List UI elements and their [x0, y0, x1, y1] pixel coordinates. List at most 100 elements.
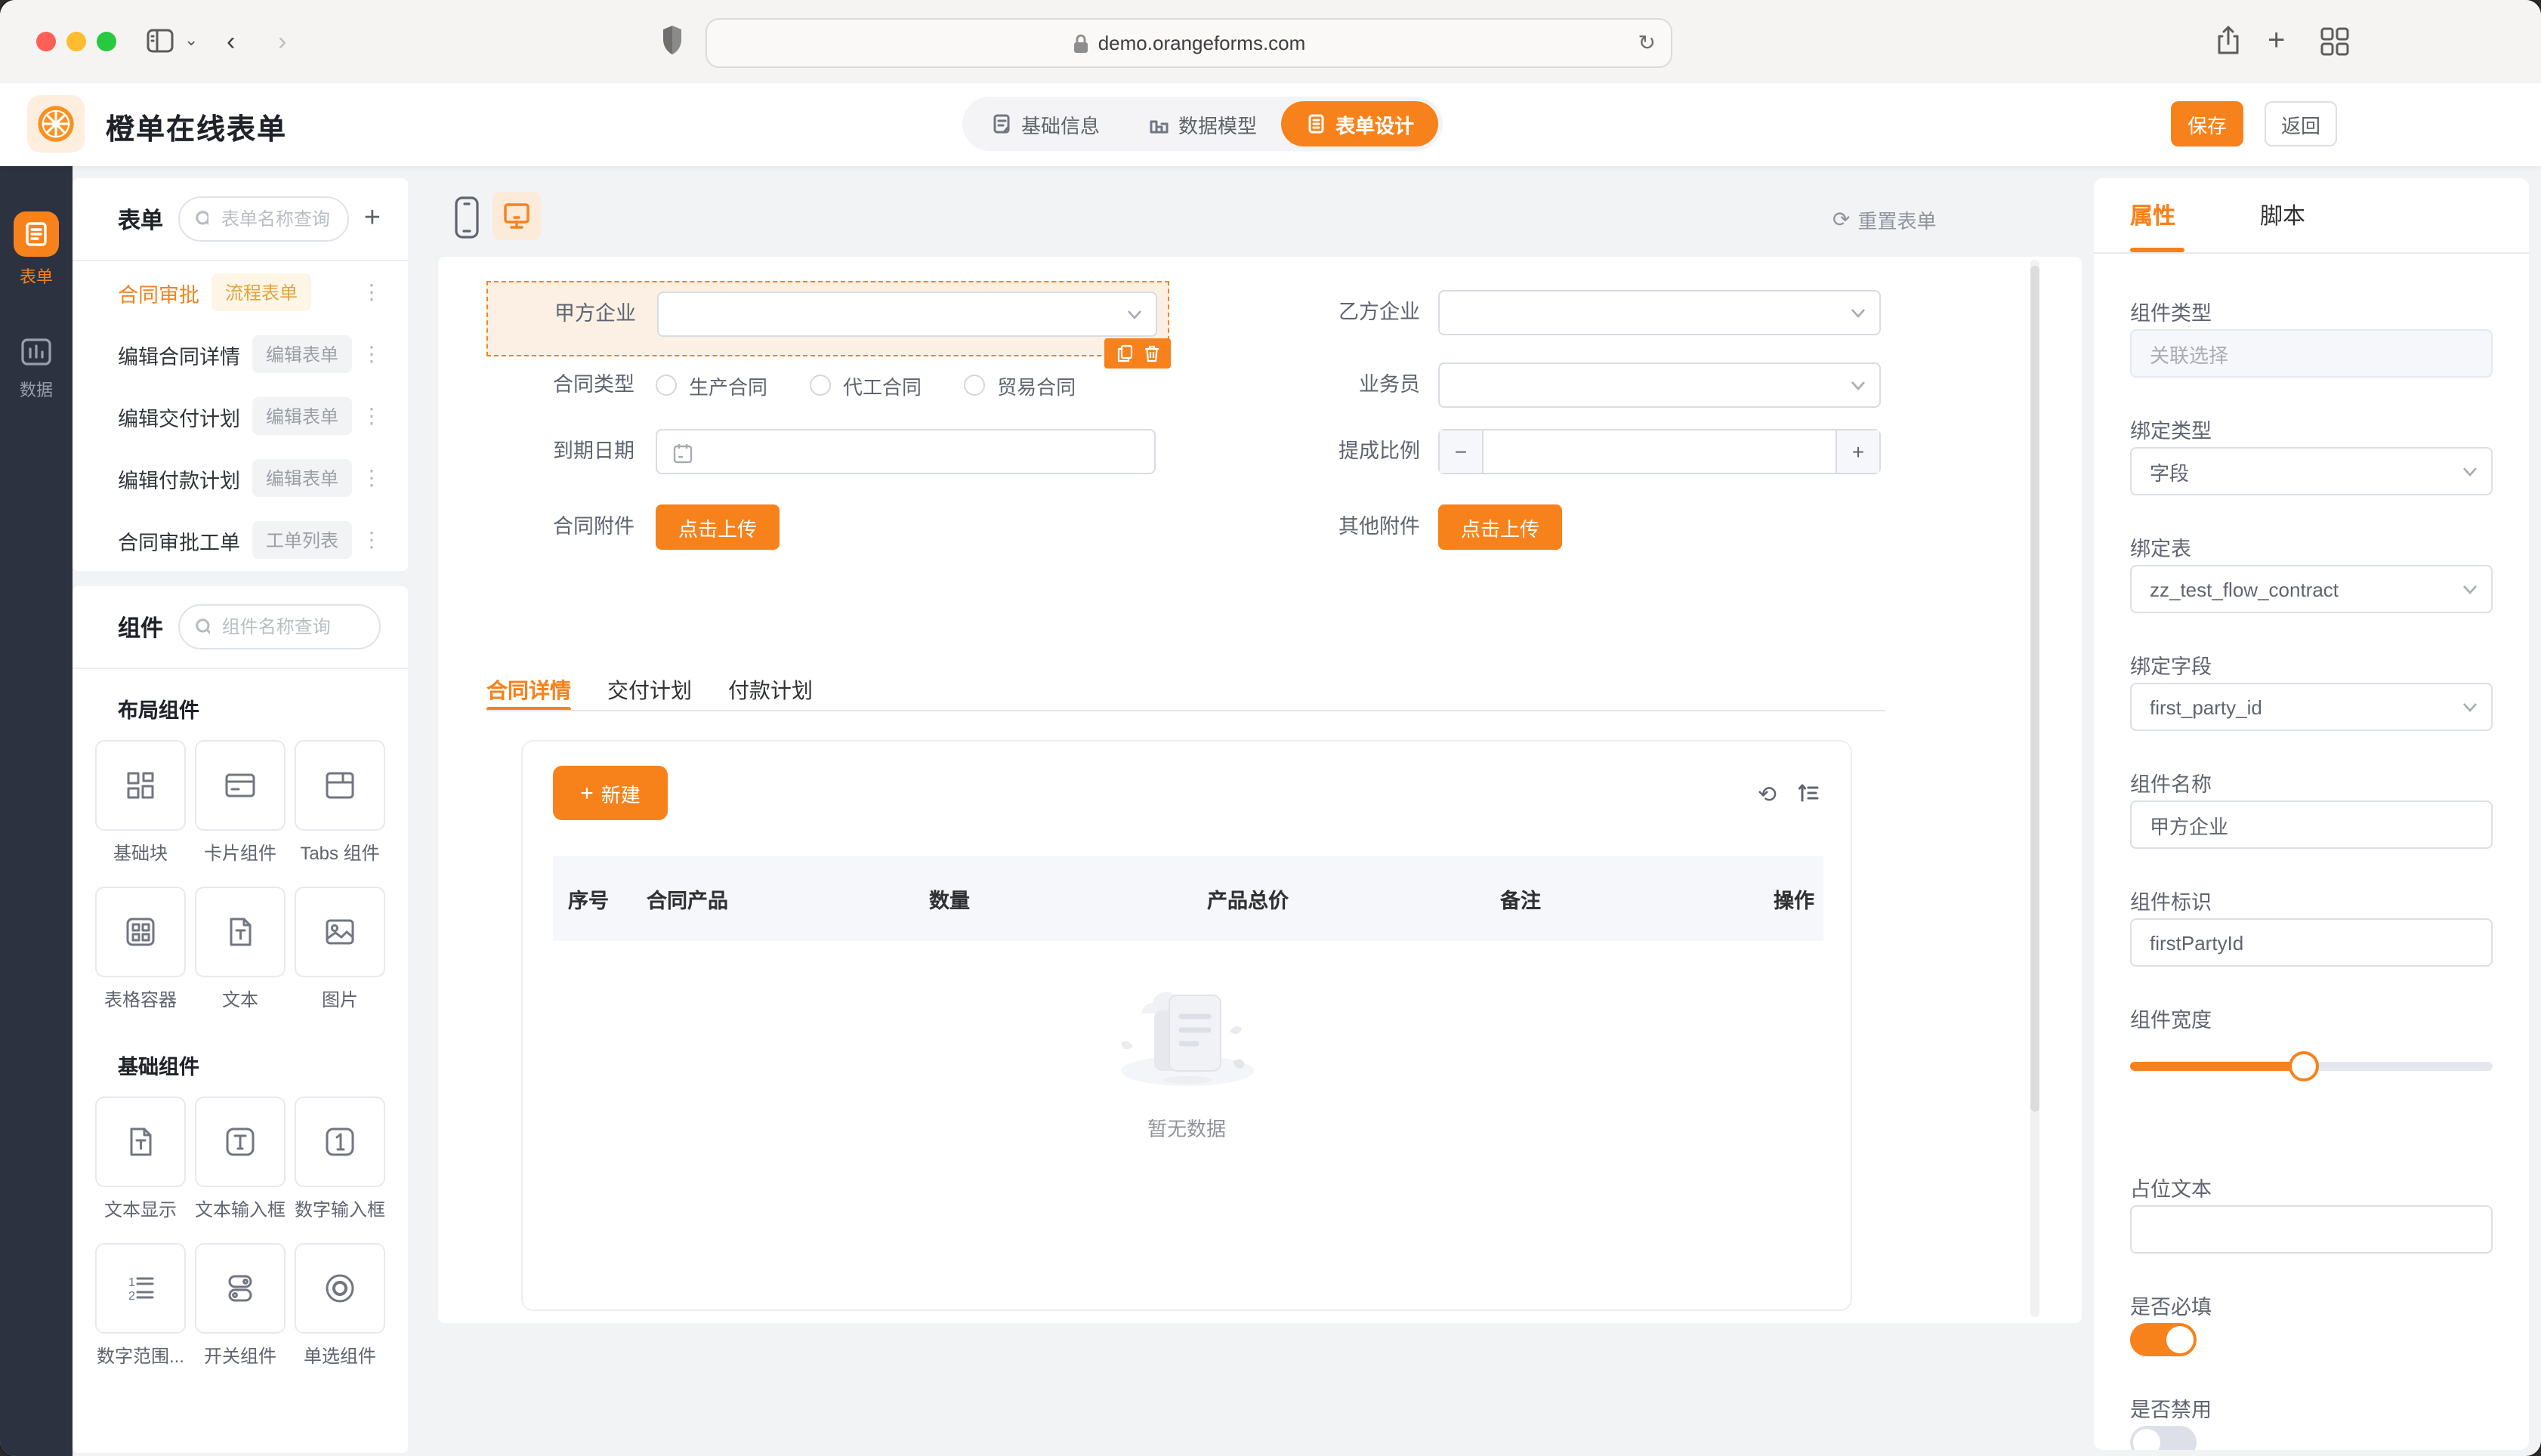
component-key-input[interactable]: firstPartyId: [2130, 918, 2493, 967]
component-tabs[interactable]: Tabs 组件: [295, 740, 385, 865]
number-range-icon: 12: [128, 1276, 154, 1303]
bind-field-select[interactable]: first_party_id: [2130, 683, 2493, 731]
tab-basic-info[interactable]: 基础信息: [967, 101, 1124, 147]
create-row-button[interactable]: + 新建: [553, 766, 668, 820]
decrement-button[interactable]: −: [1440, 430, 1484, 473]
disabled-toggle[interactable]: [2130, 1426, 2197, 1450]
refresh-table-icon[interactable]: ⟲: [1758, 781, 1777, 808]
tab-data-model[interactable]: 数据模型: [1124, 101, 1281, 147]
col-header: 产品总价: [1207, 890, 1289, 912]
component-search[interactable]: [178, 604, 381, 649]
add-form-button[interactable]: +: [364, 202, 381, 236]
commission-number-input[interactable]: − +: [1438, 429, 1881, 474]
component-search-input[interactable]: [218, 615, 364, 639]
selected-field-first-party[interactable]: 甲方企业: [486, 281, 1171, 369]
forward-icon[interactable]: ›: [278, 29, 286, 54]
chevron-down-icon[interactable]: ⌄: [184, 32, 198, 50]
column-order-icon[interactable]: [1796, 781, 1820, 805]
first-party-select[interactable]: [657, 292, 1157, 337]
form-search-input[interactable]: [218, 207, 332, 231]
forms-panel-title: 表单: [118, 208, 164, 233]
reset-form-button[interactable]: ⟳ 重置表单: [1832, 205, 1937, 234]
component-text-input[interactable]: 文本输入框: [195, 1097, 286, 1222]
minimize-window-button[interactable]: [66, 32, 86, 51]
trash-icon[interactable]: [1143, 344, 1159, 362]
component-number-range[interactable]: 12 数字范围...: [95, 1243, 186, 1368]
close-window-button[interactable]: [36, 32, 56, 51]
form-badge: 编辑表单: [252, 459, 353, 497]
increment-button[interactable]: +: [1836, 430, 1879, 473]
kebab-menu-icon[interactable]: ⋮: [360, 465, 384, 491]
radio-production-contract[interactable]: 生产合同: [656, 371, 767, 399]
kebab-menu-icon[interactable]: ⋮: [360, 527, 384, 553]
bind-type-select[interactable]: 字段: [2130, 447, 2493, 495]
copy-icon[interactable]: [1116, 344, 1132, 362]
component-image[interactable]: 图片: [295, 887, 385, 1012]
kebab-menu-icon[interactable]: ⋮: [360, 279, 384, 305]
form-badge: 流程表单: [211, 273, 312, 311]
form-list-item[interactable]: 编辑付款计划 编辑表单 ⋮: [73, 447, 408, 509]
component-switch[interactable]: 开关组件: [195, 1243, 286, 1368]
form-list-item[interactable]: 合同审批工单 工单列表 ⋮: [73, 509, 408, 571]
radio-oem-contract[interactable]: 代工合同: [810, 371, 922, 399]
back-button[interactable]: 返回: [2265, 101, 2337, 147]
tab-properties[interactable]: 属性: [2130, 199, 2185, 252]
tab-payment-plan[interactable]: 付款计划: [728, 675, 834, 705]
mobile-preview-icon[interactable]: [452, 195, 482, 248]
back-icon[interactable]: ‹: [227, 29, 235, 54]
salesman-select[interactable]: [1438, 362, 1881, 408]
component-number-input[interactable]: 数字输入框: [295, 1097, 385, 1222]
bind-table-select[interactable]: zz_test_flow_contract: [2130, 565, 2493, 613]
tab-script[interactable]: 脚本: [2260, 199, 2305, 252]
form-list-item[interactable]: 编辑合同详情 编辑表单 ⋮: [73, 323, 408, 385]
form-list-item[interactable]: 编辑交付计划 编辑表单 ⋮: [73, 385, 408, 447]
save-button[interactable]: 保存: [2171, 101, 2243, 147]
required-toggle[interactable]: [2130, 1323, 2197, 1356]
tab-delivery-plan[interactable]: 交付计划: [607, 675, 713, 705]
kebab-menu-icon[interactable]: ⋮: [360, 403, 384, 429]
reload-icon[interactable]: ↻: [1638, 30, 1656, 56]
sidebar-toggle-icon[interactable]: [144, 24, 177, 65]
chevron-down-icon: [2463, 467, 2477, 477]
image-icon: [326, 919, 354, 945]
component-basic-block[interactable]: 基础块: [95, 740, 186, 865]
privacy-shield-icon[interactable]: [659, 23, 686, 66]
address-bar[interactable]: demo.orangeforms.com ↻: [705, 18, 1672, 68]
canvas-scrollbar[interactable]: [2030, 260, 2039, 1317]
rail-item-data[interactable]: 数据: [0, 334, 73, 402]
new-tab-icon[interactable]: +: [2268, 26, 2285, 56]
rail-item-forms[interactable]: 表单: [0, 211, 73, 288]
share-icon[interactable]: [2213, 23, 2243, 66]
component-name-input[interactable]: 甲方企业: [2130, 800, 2493, 849]
empty-illustration: [1120, 992, 1253, 1086]
tab-divider: [486, 710, 1885, 711]
second-party-select[interactable]: [1438, 290, 1881, 335]
form-search[interactable]: [178, 196, 349, 242]
plus-icon: +: [580, 780, 594, 806]
tab-form-design[interactable]: 表单设计: [1281, 101, 1439, 147]
tab-overview-icon[interactable]: [2317, 24, 2351, 65]
kebab-menu-icon[interactable]: ⋮: [360, 341, 384, 367]
component-text[interactable]: 文本: [195, 887, 286, 1012]
radio-trade-contract[interactable]: 贸易合同: [964, 371, 1076, 399]
form-list-item[interactable]: 合同审批 流程表单 ⋮: [73, 261, 408, 323]
component-radio[interactable]: 单选组件: [295, 1243, 385, 1368]
tab-contract-detail[interactable]: 合同详情: [486, 675, 592, 705]
form-design-icon: [1308, 114, 1324, 134]
prop-label: 是否必填: [2130, 1296, 2212, 1319]
zoom-window-button[interactable]: [97, 32, 116, 51]
desktop-preview-toggle[interactable]: [492, 192, 541, 240]
table-container-icon: [126, 918, 155, 946]
component-text-display[interactable]: 文本显示: [95, 1097, 186, 1222]
due-date-input[interactable]: [656, 429, 1156, 474]
slider-thumb[interactable]: [2289, 1051, 2320, 1081]
component-card[interactable]: 卡片组件: [195, 740, 286, 865]
components-panel-title: 组件: [118, 615, 164, 641]
other-upload-button[interactable]: 点击上传: [1438, 504, 1562, 550]
component-width-slider[interactable]: [2130, 1036, 2493, 1097]
contract-upload-button[interactable]: 点击上传: [656, 504, 780, 550]
placeholder-text-input[interactable]: [2130, 1205, 2493, 1254]
svg-text:2: 2: [128, 1290, 135, 1303]
form-badge: 编辑表单: [252, 397, 353, 435]
component-table-container[interactable]: 表格容器: [95, 887, 186, 1012]
